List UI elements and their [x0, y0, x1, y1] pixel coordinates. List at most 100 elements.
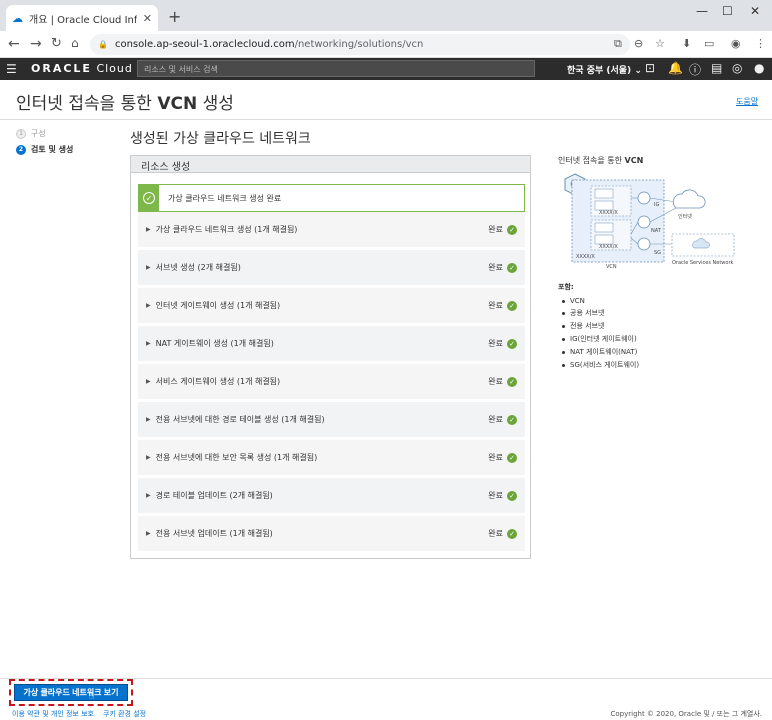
address-bar[interactable]: 🔒 console.ap-seoul-1.oraclecloud.com/net… — [90, 34, 630, 55]
task-row[interactable]: ▶ 전용 서브넷 업데이트 (1개 해결됨) 완료 ✓ — [138, 516, 525, 554]
task-row[interactable]: ▶ 경로 테이블 업데이트 (2개 해결됨) 완료 ✓ — [138, 478, 525, 516]
expand-caret-icon[interactable]: ▶ — [146, 302, 151, 309]
window-close-icon[interactable]: ✕ — [750, 4, 760, 18]
task-label: 서브넷 생성 (2개 해결됨) — [155, 263, 241, 272]
zoom-icon[interactable]: ⊖ — [634, 37, 643, 50]
browser-tab-strip: ☁ 개요 | Oracle Cloud Infrastructu ✕ + — ☐… — [0, 0, 772, 31]
page-header: 인터넷 접속을 통한 VCN 생성 도움말 — [0, 80, 772, 120]
cookie-preferences-link[interactable]: 쿠키 환경 설정 — [103, 709, 146, 719]
console-header: ☰ ORACLE Cloud 리소스 및 서비스 검색 한국 중부 (서울) ⌄… — [0, 58, 772, 80]
feedback-icon[interactable]: ▤ — [711, 61, 722, 75]
browser-toolbar: ← → ↻ ⌂ 🔒 console.ap-seoul-1.oraclecloud… — [0, 31, 772, 58]
tab-title: 개요 | Oracle Cloud Infrastructu — [29, 14, 137, 26]
includes-item: 공용 서브넷 — [562, 308, 639, 318]
cloud-shell-icon[interactable]: ⊡ — [645, 61, 655, 75]
copyright-text: Copyright © 2020, Oracle 및 / 또는 그 계열사. — [610, 710, 763, 718]
task-label: 전용 서브넷에 대한 보안 목록 생성 (1개 해결됨) — [155, 453, 318, 462]
side-title: 인터넷 접속을 통한 VCN — [558, 156, 644, 165]
translate-icon[interactable]: ⧉ — [614, 37, 622, 51]
includes-item: SG(서비스 게이트웨이) — [562, 360, 639, 370]
console-search-input[interactable]: 리소스 및 서비스 검색 — [137, 60, 535, 77]
task-row[interactable]: ▶ NAT 게이트웨이 생성 (1개 해결됨) 완료 ✓ — [138, 326, 525, 364]
success-check-icon: ✓ — [507, 224, 517, 235]
ig-label: IG — [654, 202, 659, 208]
footer: 이용 약관 및 개인 정보 보호 쿠키 환경 설정 Copyright © 20… — [0, 706, 772, 720]
view-vcn-button[interactable]: 가상 클라우드 네트워크 보기 — [14, 684, 128, 701]
browser-menu-icon[interactable]: ⋮ — [755, 37, 766, 50]
step-label: 검토 및 생성 — [31, 145, 74, 154]
success-banner: ✓ 가상 클라우드 네트워크 생성 완료 — [138, 184, 525, 212]
cidr-label: XXXX/X — [576, 254, 595, 260]
back-icon[interactable]: ← — [8, 36, 20, 52]
section-heading: 생성된 가상 클라우드 네트워크 — [130, 131, 311, 147]
step-review-create[interactable]: 2 검토 및 생성 — [16, 144, 73, 155]
profile-icon[interactable]: ◉ — [731, 37, 741, 50]
terms-link[interactable]: 이용 약관 및 개인 정보 보호 — [12, 709, 94, 719]
notification-bell-icon[interactable]: 🔔 — [668, 61, 683, 75]
success-check-icon: ✓ — [507, 414, 517, 425]
maximize-icon[interactable]: ☐ — [722, 4, 733, 18]
success-check-icon: ✓ — [507, 490, 517, 501]
includes-section: 포함: VCN 공용 서브넷 전용 서브넷 IG(인터넷 게이트웨이) NAT 게이트웨… — [558, 282, 639, 373]
expand-caret-icon[interactable]: ▶ — [146, 378, 151, 385]
oracle-cloud-logo[interactable]: ORACLE Cloud — [31, 62, 133, 75]
task-label: 전용 서브넷 업데이트 (1개 해결됨) — [155, 529, 273, 538]
step-label: 구성 — [31, 129, 46, 138]
includes-item: NAT 게이트웨이(NAT) — [562, 347, 639, 357]
expand-caret-icon[interactable]: ▶ — [146, 416, 151, 423]
user-profile-icon[interactable]: ● — [754, 61, 764, 75]
task-status: 완료 — [488, 529, 503, 538]
task-row[interactable]: ▶ 서비스 게이트웨이 생성 (1개 해결됨) 완료 ✓ — [138, 364, 525, 402]
internet-cloud-icon — [672, 189, 706, 209]
task-status: 완료 — [488, 491, 503, 500]
expand-caret-icon[interactable]: ▶ — [146, 264, 151, 271]
expand-caret-icon[interactable]: ▶ — [146, 226, 151, 233]
download-icon[interactable]: ⬇ — [682, 37, 691, 50]
task-row[interactable]: ▶ 전용 서브넷에 대한 보안 목록 생성 (1개 해결됨) 완료 ✓ — [138, 440, 525, 478]
sg-label: SG — [654, 250, 661, 256]
lock-icon: 🔒 — [98, 40, 108, 49]
reload-icon[interactable]: ↻ — [51, 36, 62, 51]
browser-tab[interactable]: ☁ 개요 | Oracle Cloud Infrastructu ✕ — [6, 5, 158, 31]
step-configure[interactable]: 1 구성 — [16, 128, 73, 139]
step-number: 1 — [16, 128, 26, 139]
task-label: 서비스 게이트웨이 생성 (1개 해결됨) — [155, 377, 281, 386]
includes-item: VCN — [562, 297, 639, 305]
help-icon[interactable]: ⓘ — [689, 61, 701, 78]
expand-caret-icon[interactable]: ▶ — [146, 492, 151, 499]
oracle-services-label: Oracle Services Network — [672, 260, 734, 266]
task-row[interactable]: ▶ 인터넷 게이트웨이 생성 (1개 해결됨) 완료 ✓ — [138, 288, 525, 326]
help-link[interactable]: 도움말 — [736, 96, 758, 107]
extension-icon[interactable]: ▭ — [704, 37, 714, 50]
task-status: 완료 — [488, 453, 503, 462]
task-status: 완료 — [488, 377, 503, 386]
task-label: NAT 게이트웨이 생성 (1개 해결됨) — [155, 339, 274, 348]
includes-label: 포함: — [558, 283, 574, 291]
bookmark-star-icon[interactable]: ☆ — [655, 37, 665, 50]
success-check-icon: ✓ — [507, 528, 517, 539]
home-icon[interactable]: ⌂ — [71, 36, 79, 50]
task-row[interactable]: ▶ 전용 서브넷에 대한 경로 테이블 생성 (1개 해결됨) 완료 ✓ — [138, 402, 525, 440]
url-path: /networking/solutions/vcn — [294, 39, 424, 50]
nat-label: NAT — [651, 228, 662, 234]
region-selector[interactable]: 한국 중부 (서울) ⌄ — [567, 63, 642, 76]
expand-caret-icon[interactable]: ▶ — [146, 530, 151, 537]
url-host: console.ap-seoul-1.oraclecloud.com — [114, 39, 295, 50]
vcn-label: VCN — [606, 264, 617, 270]
task-status: 완료 — [488, 263, 503, 272]
step-number: 2 — [16, 144, 26, 155]
task-status: 완료 — [488, 339, 503, 348]
includes-item: IG(인터넷 게이트웨이) — [562, 334, 639, 344]
task-row[interactable]: ▶ 서브넷 생성 (2개 해결됨) 완료 ✓ — [138, 250, 525, 288]
expand-caret-icon[interactable]: ▶ — [146, 340, 151, 347]
language-globe-icon[interactable]: ◎ — [732, 61, 742, 75]
task-row[interactable]: ▶ 가상 클라우드 네트워크 생성 (1개 해결됨) 완료 ✓ — [138, 212, 525, 250]
hamburger-menu-icon[interactable]: ☰ — [6, 62, 17, 76]
new-tab-icon[interactable]: + — [168, 7, 181, 26]
close-tab-icon[interactable]: ✕ — [143, 12, 152, 25]
minimize-icon[interactable]: — — [696, 4, 708, 18]
forward-icon[interactable]: → — [30, 36, 42, 52]
task-status: 완료 — [488, 415, 503, 424]
internet-label: 인터넷 — [678, 213, 692, 220]
expand-caret-icon[interactable]: ▶ — [146, 454, 151, 461]
